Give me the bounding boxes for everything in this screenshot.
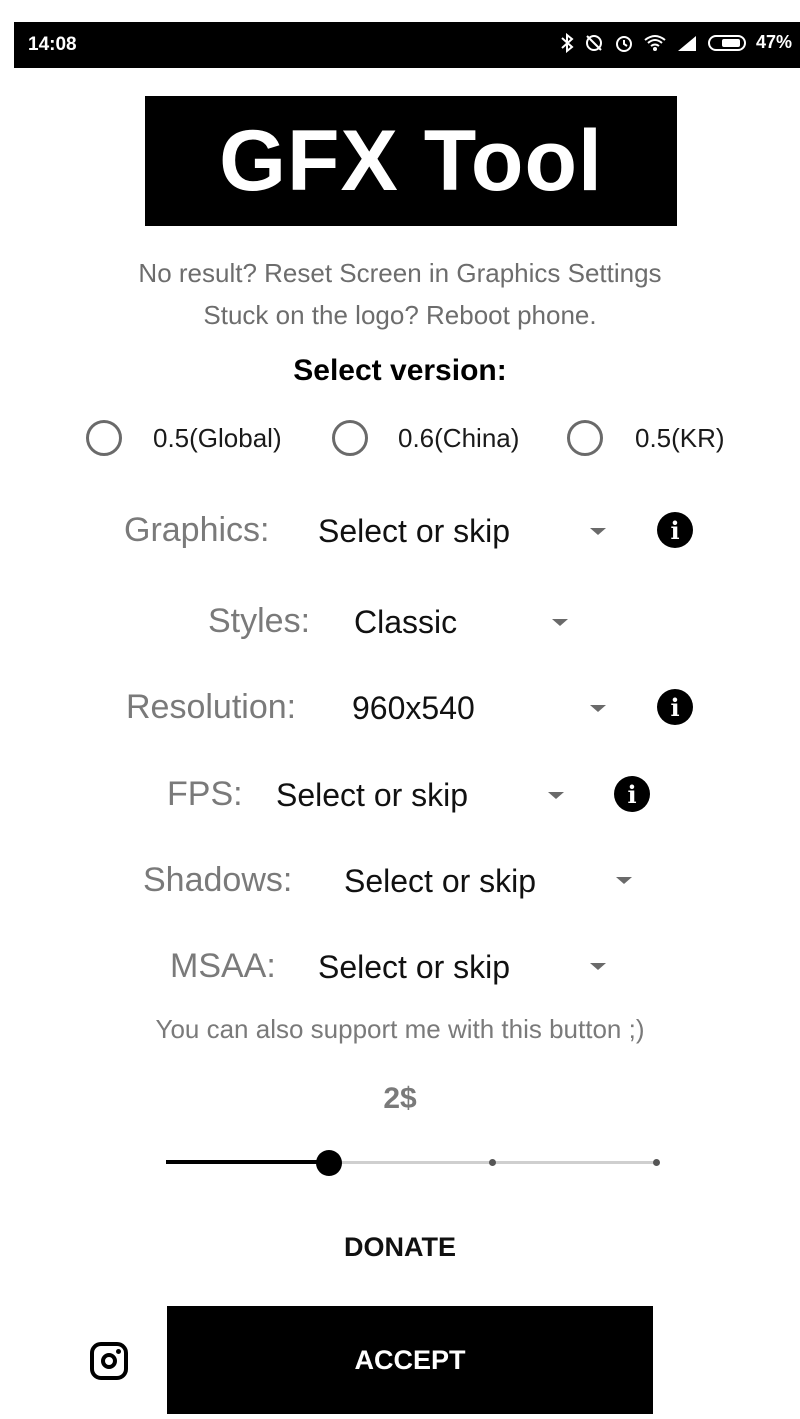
- resolution-label: Resolution:: [126, 688, 297, 726]
- radio-label: 0.6(China): [398, 422, 520, 453]
- wifi-icon: [644, 34, 666, 52]
- msaa-label: MSAA:: [170, 947, 276, 985]
- status-bar: 14:08 47%: [14, 22, 800, 68]
- radio-version-kr[interactable]: 0.5(KR): [567, 420, 725, 456]
- instagram-icon[interactable]: [90, 1342, 128, 1380]
- radio-circle[interactable]: [86, 420, 122, 456]
- signal-icon: [676, 34, 698, 52]
- info-icon[interactable]: i: [657, 512, 693, 548]
- radio-label: 0.5(KR): [635, 422, 725, 453]
- hint-reboot: Stuck on the logo? Reboot phone.: [203, 300, 597, 330]
- chevron-down-icon[interactable]: [590, 705, 606, 712]
- chevron-down-icon[interactable]: [552, 619, 568, 626]
- alarm-icon: [614, 33, 634, 53]
- status-icons: 47%: [560, 32, 792, 53]
- screen-frame: [0, 0, 14, 1419]
- donation-amount: 2$: [383, 1082, 417, 1115]
- radio-version-global[interactable]: 0.5(Global): [86, 420, 282, 456]
- info-icon[interactable]: i: [657, 689, 693, 725]
- battery-icon: [707, 34, 746, 51]
- select-version-heading: Select version:: [293, 354, 507, 387]
- chevron-down-icon[interactable]: [590, 528, 606, 535]
- slider-tick[interactable]: [489, 1159, 497, 1166]
- chevron-down-icon[interactable]: [616, 877, 632, 884]
- msaa-dropdown[interactable]: Select or skip: [318, 949, 510, 986]
- battery-percent: 47%: [755, 32, 792, 52]
- graphics-label: Graphics:: [124, 511, 270, 549]
- support-text: You can also support me with this button…: [155, 1014, 645, 1044]
- shadows-dropdown[interactable]: Select or skip: [344, 863, 536, 900]
- shadows-label: Shadows:: [143, 861, 293, 899]
- slider-track-fill: [166, 1160, 330, 1164]
- radio-circle[interactable]: [567, 420, 603, 456]
- donation-slider[interactable]: [166, 1148, 660, 1176]
- status-time: 14:08: [28, 34, 77, 55]
- radio-label: 0.5(Global): [153, 422, 282, 453]
- resolution-dropdown[interactable]: 960x540: [352, 690, 475, 727]
- bluetooth-icon: [560, 32, 574, 53]
- graphics-dropdown[interactable]: Select or skip: [318, 513, 510, 550]
- fps-label: FPS:: [167, 775, 243, 813]
- hint-reset-screen: No result? Reset Screen in Graphics Sett…: [138, 258, 662, 288]
- styles-label: Styles:: [208, 602, 311, 640]
- styles-dropdown[interactable]: Classic: [354, 604, 457, 641]
- chevron-down-icon[interactable]: [548, 792, 564, 799]
- radio-version-china[interactable]: 0.6(China): [332, 420, 519, 456]
- slider-tick[interactable]: [652, 1159, 660, 1166]
- info-icon[interactable]: i: [614, 776, 650, 812]
- chevron-down-icon[interactable]: [590, 963, 606, 970]
- radio-circle[interactable]: [332, 420, 368, 456]
- donate-button[interactable]: DONATE: [0, 1232, 800, 1263]
- accept-button[interactable]: ACCEPT: [167, 1306, 653, 1414]
- fps-dropdown[interactable]: Select or skip: [276, 777, 468, 814]
- app-title: GFX Tool: [145, 96, 677, 226]
- sync-off-icon: [584, 33, 604, 53]
- slider-thumb[interactable]: [316, 1150, 343, 1176]
